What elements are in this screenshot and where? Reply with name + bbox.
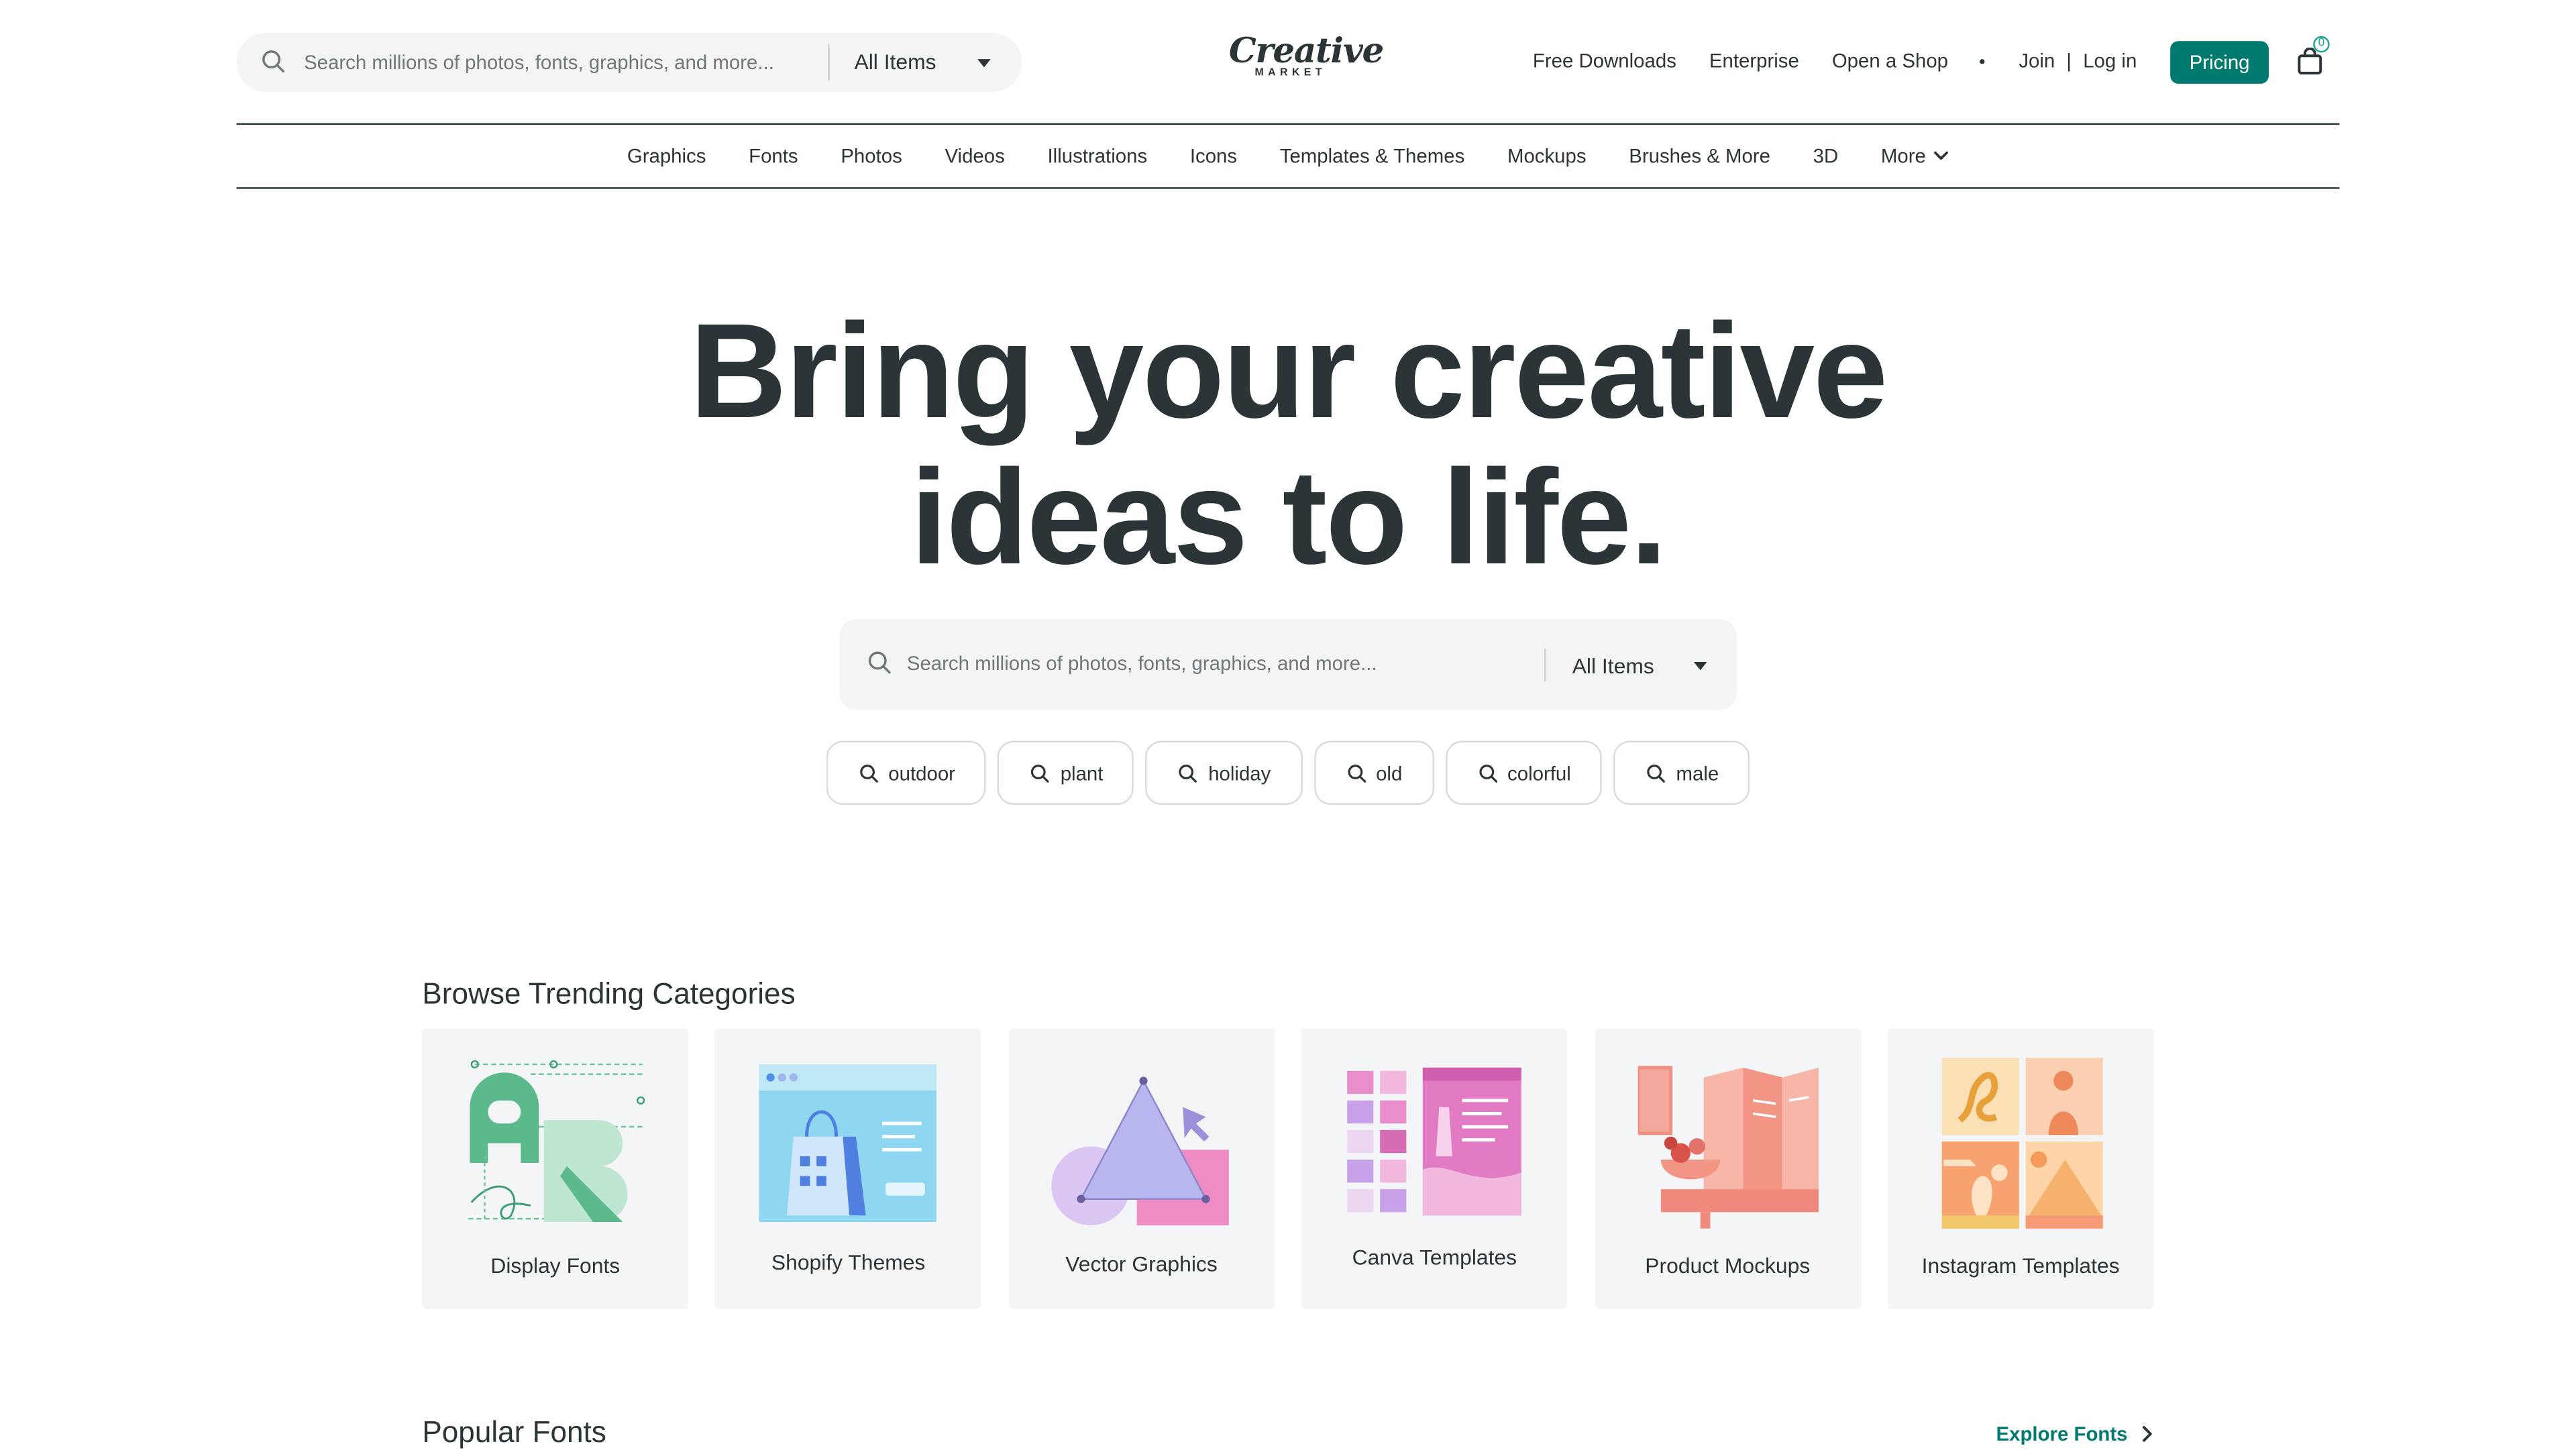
chevron-right-icon [2143,1426,2152,1442]
display-fonts-illustration-icon [468,1060,645,1223]
popular-fonts-title: Popular Fonts [422,1416,606,1449]
header-links: Free Downloads Enterprise Open a Shop Jo… [1533,49,2137,72]
category-nav: Graphics Fonts Photos Videos Illustratio… [236,125,2340,189]
nav-item-illustrations[interactable]: Illustrations [1048,145,1148,168]
canva-templates-illustration-icon [1347,1067,1522,1216]
category-label: Canva Templates [1352,1245,1517,1270]
nav-item-photos[interactable]: Photos [841,145,902,168]
hero-search-scope-select[interactable]: All Items [1572,654,1654,679]
search-divider [1544,649,1546,682]
open-shop-link[interactable]: Open a Shop [1832,49,1948,72]
hero-title-line-2: ideas to life. [910,443,1668,594]
header-search-input[interactable]: Search millions of photos, fonts, graphi… [304,51,774,74]
login-link[interactable]: Log in [2083,49,2137,72]
instagram-templates-illustration-icon [1941,1058,2103,1229]
nav-item-more[interactable]: More [1881,145,1949,168]
category-card-product-mockups[interactable]: Product Mockups [1594,1028,1861,1309]
search-chip-holiday[interactable]: holiday [1146,740,1302,805]
header-search-bar[interactable]: Search millions of photos, fonts, graphi… [236,32,1022,93]
hero-title-line-1: Bring your creative [690,297,1888,447]
enterprise-link[interactable]: Enterprise [1709,49,1799,72]
logo-wordmark: Creative [1228,30,1384,71]
category-label: Shopify Themes [771,1249,926,1275]
trending-category-grid: Display Fonts Shopify Themes Vector Grap… [422,1028,2154,1309]
top-header: Search millions of photos, fonts, graphi… [236,0,2340,125]
nav-item-templates-themes[interactable]: Templates & Themes [1280,145,1465,168]
category-card-display-fonts[interactable]: Display Fonts [422,1028,689,1309]
chip-label: colorful [1507,761,1571,785]
creative-market-logo[interactable]: Creative MARKET [1228,30,1384,79]
chevron-down-icon [1934,151,1949,160]
nav-item-icons[interactable]: Icons [1190,145,1237,168]
nav-item-fonts[interactable]: Fonts [749,145,798,168]
nav-item-graphics[interactable]: Graphics [627,145,706,168]
chip-label: plant [1060,761,1104,785]
nav-item-brushes-more[interactable]: Brushes & More [1629,145,1770,168]
category-label: Instagram Templates [1921,1253,2120,1278]
search-chip-plant[interactable]: plant [998,740,1134,805]
caret-down-icon[interactable] [1693,661,1707,671]
free-downloads-link[interactable]: Free Downloads [1533,49,1676,72]
search-chip-male[interactable]: male [1613,740,1750,805]
search-icon [262,50,284,73]
search-icon [1031,763,1050,782]
link-separator: | [2066,49,2072,72]
suggested-search-chips: outdoor plant holiday old colorful male [0,740,2576,805]
vector-graphics-illustration-icon [1051,1076,1229,1225]
search-icon [859,763,878,782]
hero-search-bar[interactable]: Search millions of photos, fonts, graphi… [839,619,1737,710]
pricing-button[interactable]: Pricing [2170,41,2269,84]
search-divider [828,44,830,81]
nav-more-label: More [1880,144,1926,168]
search-icon [868,651,891,674]
page: Search millions of photos, fonts, graphi… [0,0,2576,1449]
search-chip-colorful[interactable]: colorful [1444,740,1603,805]
explore-fonts-label: Explore Fonts [1996,1422,2128,1446]
category-card-shopify-themes[interactable]: Shopify Themes [715,1028,982,1309]
explore-fonts-link[interactable]: Explore Fonts [1996,1423,2153,1445]
shopify-themes-illustration-icon [759,1064,937,1223]
caret-down-icon[interactable] [977,59,991,68]
search-icon [1179,763,1198,782]
chip-label: holiday [1208,761,1271,785]
category-label: Vector Graphics [1065,1251,1218,1276]
hero-search-input[interactable]: Search millions of photos, fonts, graphi… [907,652,1377,675]
search-chip-outdoor[interactable]: outdoor [826,740,987,805]
chip-label: old [1376,761,1403,785]
trending-section-title: Browse Trending Categories [422,977,796,1011]
category-card-vector-graphics[interactable]: Vector Graphics [1008,1028,1275,1309]
category-card-instagram-templates[interactable]: Instagram Templates [1887,1028,2154,1309]
chip-label: male [1676,761,1719,785]
search-icon [1647,763,1666,782]
search-icon [1479,763,1497,782]
nav-item-videos[interactable]: Videos [945,145,1004,168]
category-label: Display Fonts [490,1253,621,1278]
nav-item-3d[interactable]: 3D [1813,145,1839,168]
header-search-scope-select[interactable]: All Items [854,49,936,74]
search-chip-old[interactable]: old [1313,740,1434,805]
nav-item-mockups[interactable]: Mockups [1507,145,1587,168]
cart-count-badge: 0 [2313,36,2330,53]
product-mockups-illustration-icon [1637,1066,1818,1229]
hero-heading: Bring your creative ideas to life. [0,299,2576,592]
dot-separator [1979,58,1984,64]
category-label: Product Mockups [1645,1253,1811,1278]
search-icon [1347,763,1366,782]
chip-label: outdoor [888,761,955,785]
join-link[interactable]: Join [2019,49,2055,72]
category-card-canva-templates[interactable]: Canva Templates [1301,1028,1568,1309]
